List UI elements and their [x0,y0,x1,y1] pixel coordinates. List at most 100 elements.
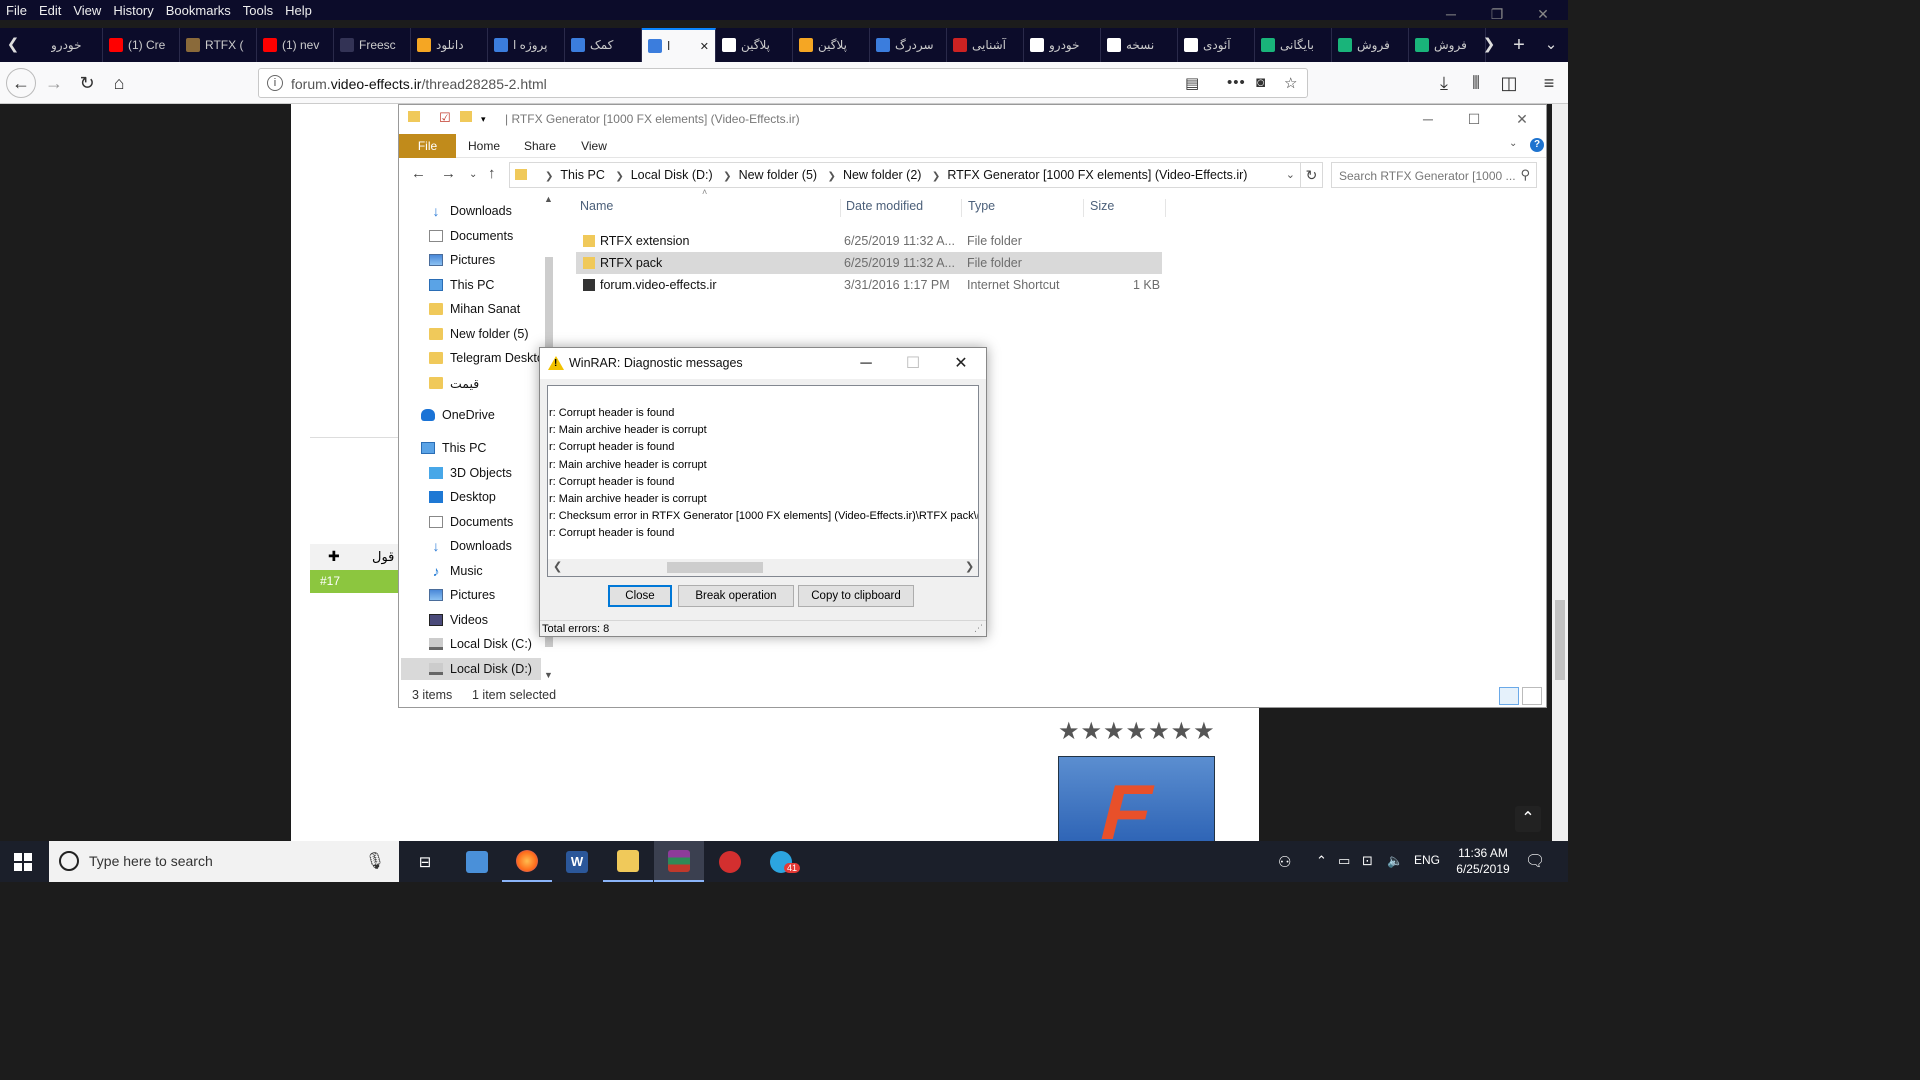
ribbon-tab-file[interactable]: File [399,134,456,158]
browser-tab[interactable]: بایگانی [1255,28,1332,62]
nav-item[interactable]: Mihan Sanat [429,298,554,320]
nav-item[interactable]: This PC [421,437,546,459]
explorer-forward-icon[interactable]: → [441,165,456,182]
tab-scroll-left-icon[interactable]: ❮ [0,28,26,62]
antivirus-taskbar-icon[interactable] [705,841,755,882]
taskbar-search-box[interactable]: Type here to search 🎙 [49,841,399,882]
menu-history[interactable]: History [107,3,159,18]
column-header-date-modified[interactable]: Date modified [842,199,962,217]
explorer-maximize-icon[interactable]: ☐ [1451,105,1497,133]
close-button[interactable]: Close [608,585,672,607]
file-row[interactable]: forum.video-effects.ir 3/31/2016 1:17 PM I… [576,274,1162,296]
start-windows-icon[interactable] [14,853,32,871]
cortana-icon[interactable] [59,851,79,871]
explorer-back-icon[interactable]: ← [411,165,426,182]
sidebar-icon[interactable]: ◫ [1495,69,1523,97]
browser-tab[interactable]: کمک [565,28,642,62]
browser-tab[interactable]: فروش [1332,28,1409,62]
browser-tab[interactable]: RTFX ( [180,28,257,62]
browser-tab[interactable]: آئودی [1178,28,1255,62]
browser-tab[interactable]: (1) nev [257,28,334,62]
back-icon[interactable]: ← [6,68,36,98]
menu-tools[interactable]: Tools [237,3,279,18]
menu-bookmarks[interactable]: Bookmarks [160,3,237,18]
horizontal-scrollbar[interactable]: ❮ ❯ [548,559,978,576]
file-explorer-taskbar-icon[interactable] [603,841,653,882]
forward-icon[interactable]: → [40,69,68,97]
column-header-type[interactable]: Type [964,199,1084,217]
ribbon-tab-view[interactable]: View [571,134,617,158]
nav-item[interactable]: Documents [429,511,554,533]
bookmark-star-icon[interactable]: ☆ [1284,74,1297,92]
scroll-left-arrow-icon[interactable]: ❮ [553,560,562,573]
clock[interactable]: 11:36 AM 6/25/2019 [1445,845,1521,877]
browser-tab[interactable]: آشنایی [947,28,1024,62]
browser-tab[interactable]: پلاگین [793,28,870,62]
word-taskbar-icon[interactable]: W [552,841,602,882]
browser-tab[interactable]: ا ✕ [642,28,716,62]
new-tab-icon[interactable]: + [1506,28,1532,62]
breadcrumb-new-folder-5[interactable]: New folder (5) [739,168,818,182]
browser-tab[interactable]: پلاگین [716,28,793,62]
browser-tab[interactable]: پروژه ا [488,28,565,62]
dialog-minimize-icon[interactable]: ─ [843,348,889,379]
browser-close-icon[interactable]: ✕ [1520,0,1566,28]
menu-edit[interactable]: Edit [33,3,67,18]
help-icon[interactable]: ? [1530,138,1544,152]
network-icon[interactable]: ⊡ [1362,853,1373,869]
reader-view-icon[interactable]: ▤ [1185,74,1199,92]
home-icon[interactable]: ⌂ [105,69,133,97]
firefox-taskbar-icon[interactable] [502,841,552,882]
nav-item[interactable]: ↓Downloads📌 [429,200,555,222]
nav-item[interactable]: ↓ Downloads [429,535,554,557]
browser-tab[interactable]: Freesc [334,28,411,62]
nav-item[interactable]: 3D Objects [429,462,554,484]
menu-view[interactable]: View [67,3,107,18]
scroll-right-arrow-icon[interactable]: ❯ [965,560,974,573]
breadcrumb-new-folder-2[interactable]: New folder (2) [843,168,922,182]
scroll-to-top-icon[interactable]: ⌃ [1515,806,1541,832]
refresh-icon[interactable]: ↻ [1301,162,1323,188]
show-hidden-icons-chevron-icon[interactable]: ⌃ [1316,853,1327,869]
copy-to-clipboard-button[interactable]: Copy to clipboard [798,585,914,607]
nav-item[interactable]: Videos [429,609,554,631]
nav-item[interactable]: Desktop [429,486,554,508]
tab-close-icon[interactable]: ✕ [700,40,709,53]
tab-scroll-right-icon[interactable]: ❯ [1476,28,1502,62]
column-header-size[interactable]: Size [1086,199,1166,217]
telegram-taskbar-icon[interactable]: 41 [756,841,806,882]
up-folder-icon[interactable]: ↑ [488,165,496,182]
browser-tab[interactable]: (1) Cre [103,28,180,62]
browser-tab[interactable]: دانلود [411,28,488,62]
task-view-icon[interactable]: ⊟ [400,841,450,882]
browser-minimize-icon[interactable]: ─ [1428,0,1474,28]
address-bar[interactable]: ❯ This PC ❯ Local Disk (D:) ❯ New folder (5… [509,162,1301,188]
this-pc-taskbar-icon[interactable] [452,841,502,882]
quote-label[interactable]: قول [372,549,394,565]
nav-item[interactable]: Documents📌 [429,225,554,247]
nav-item[interactable]: Telegram Desktop [429,347,554,369]
tab-list-chevron-icon[interactable]: ⌄ [1538,28,1564,62]
volume-icon[interactable]: 🔈 [1387,853,1403,869]
explorer-minimize-icon[interactable]: ─ [1405,105,1451,133]
page-scrollbar[interactable] [1552,104,1568,841]
breadcrumb-rtfx-generator[interactable]: RTFX Generator [1000 FX elements] (Video… [947,168,1247,182]
menu-help[interactable]: Help [279,3,318,18]
breadcrumb-local-disk-d[interactable]: Local Disk (D:) [631,168,713,182]
scroll-down-arrow-icon[interactable]: ▼ [544,670,553,680]
column-header-name[interactable]: Name [576,199,841,217]
new-folder-icon[interactable] [460,111,472,122]
menu-file[interactable]: File [0,3,33,18]
microphone-icon[interactable]: 🎙 [365,851,385,871]
large-icons-view-icon[interactable] [1522,687,1542,705]
resize-grip-icon[interactable]: ⋰ [974,623,983,634]
nav-item[interactable]: Pictures [429,584,554,606]
input-language[interactable]: ENG [1414,853,1440,867]
nav-item[interactable]: Local Disk (D:) [401,658,554,680]
expand-ribbon-icon[interactable]: ⌄ [1509,138,1517,149]
break-operation-button[interactable]: Break operation [678,585,794,607]
dialog-close-icon[interactable]: ✕ [938,348,984,379]
browser-tab[interactable]: خودرو [1024,28,1101,62]
page-actions-icon[interactable]: ••• [1227,74,1246,91]
action-center-icon[interactable]: 🗨 [1525,851,1545,871]
